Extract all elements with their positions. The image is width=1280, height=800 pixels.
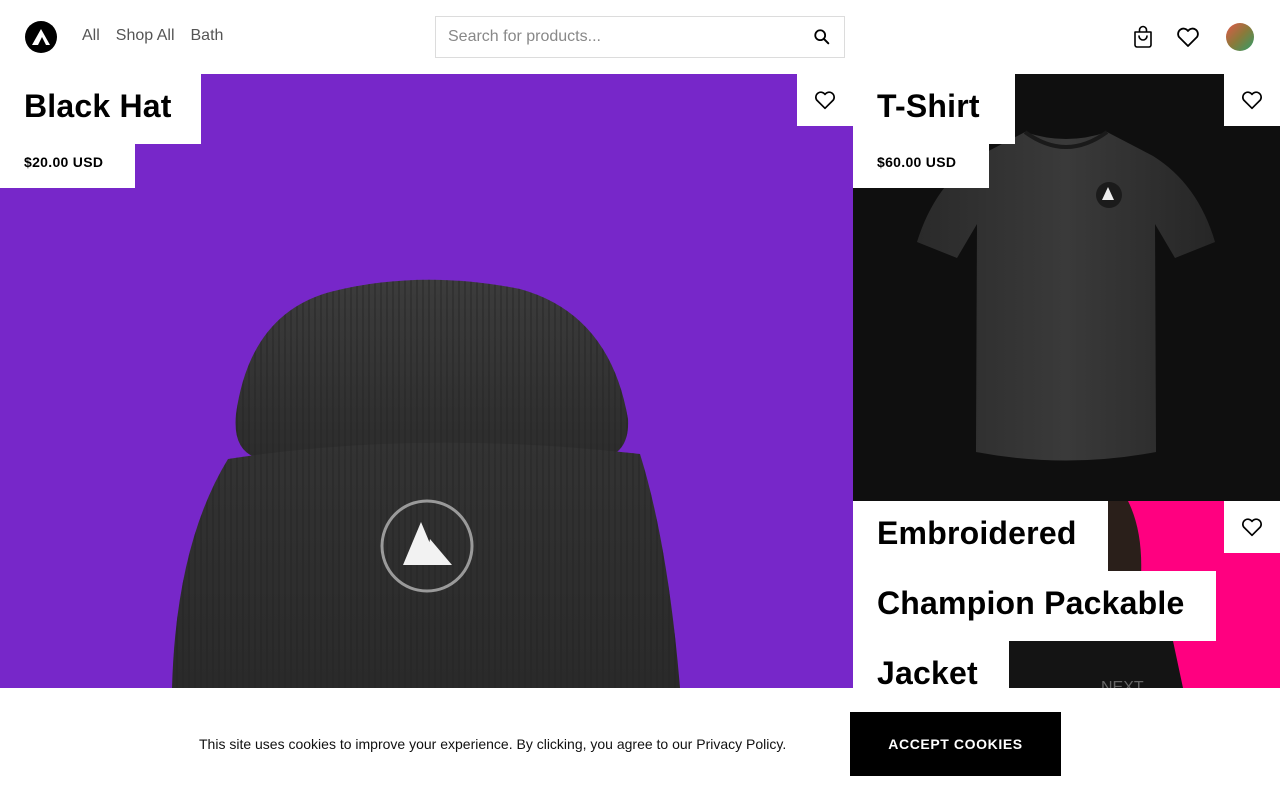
product-price: $20.00 USD xyxy=(0,144,135,188)
heart-icon xyxy=(815,91,835,110)
heart-icon xyxy=(1242,518,1262,537)
product-title-line-1: Embroidered xyxy=(853,501,1108,571)
accept-cookies-button[interactable]: ACCEPT COOKIES xyxy=(850,712,1061,776)
product-tile-t-shirt[interactable]: T-Shirt $60.00 USD xyxy=(853,74,1280,501)
favorite-button[interactable] xyxy=(1224,501,1280,553)
product-title: Black Hat xyxy=(0,74,201,144)
jacket-print-text: NEXT xyxy=(1101,679,1144,688)
product-tile-jacket[interactable]: NEXT Embroidered Champion Packable Jacke… xyxy=(853,501,1280,688)
product-tile-black-hat[interactable]: Black Hat $20.00 USD xyxy=(0,74,853,688)
nav-link-shop-all[interactable]: Shop All xyxy=(116,27,175,45)
logo-icon[interactable] xyxy=(25,21,57,53)
cart-icon[interactable] xyxy=(1130,24,1156,50)
favorite-button[interactable] xyxy=(797,74,853,126)
avatar[interactable] xyxy=(1226,23,1254,51)
heart-icon xyxy=(1242,91,1262,110)
search-icon[interactable] xyxy=(813,28,831,46)
nav-link-all[interactable]: All xyxy=(82,27,100,45)
cookie-message: This site uses cookies to improve your e… xyxy=(199,736,787,752)
search-box xyxy=(435,16,845,58)
favorite-button[interactable] xyxy=(1224,74,1280,126)
product-price: $60.00 USD xyxy=(853,144,989,188)
nav-link-bath[interactable]: Bath xyxy=(191,27,224,45)
product-title-line-2: Champion Packable xyxy=(853,571,1216,641)
product-title: T-Shirt xyxy=(853,74,1015,144)
main-nav: All Shop All Bath xyxy=(82,27,223,45)
heart-icon[interactable] xyxy=(1175,24,1201,50)
site-header: All Shop All Bath xyxy=(0,0,1280,74)
product-title-line-3: Jacket xyxy=(853,641,1009,688)
search-input[interactable] xyxy=(436,17,796,57)
cookie-banner: This site uses cookies to improve your e… xyxy=(0,688,1280,800)
